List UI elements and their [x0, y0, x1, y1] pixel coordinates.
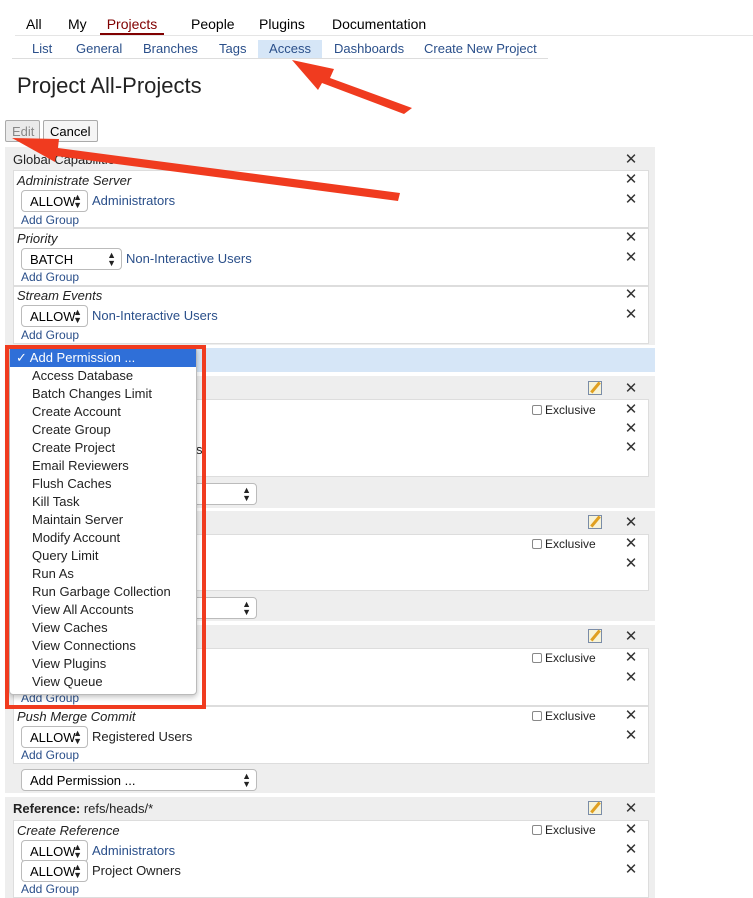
arrow-to-access-tab: [292, 60, 412, 114]
arrow-to-edit-button: [12, 138, 400, 201]
annotation-arrows: [12, 60, 412, 201]
